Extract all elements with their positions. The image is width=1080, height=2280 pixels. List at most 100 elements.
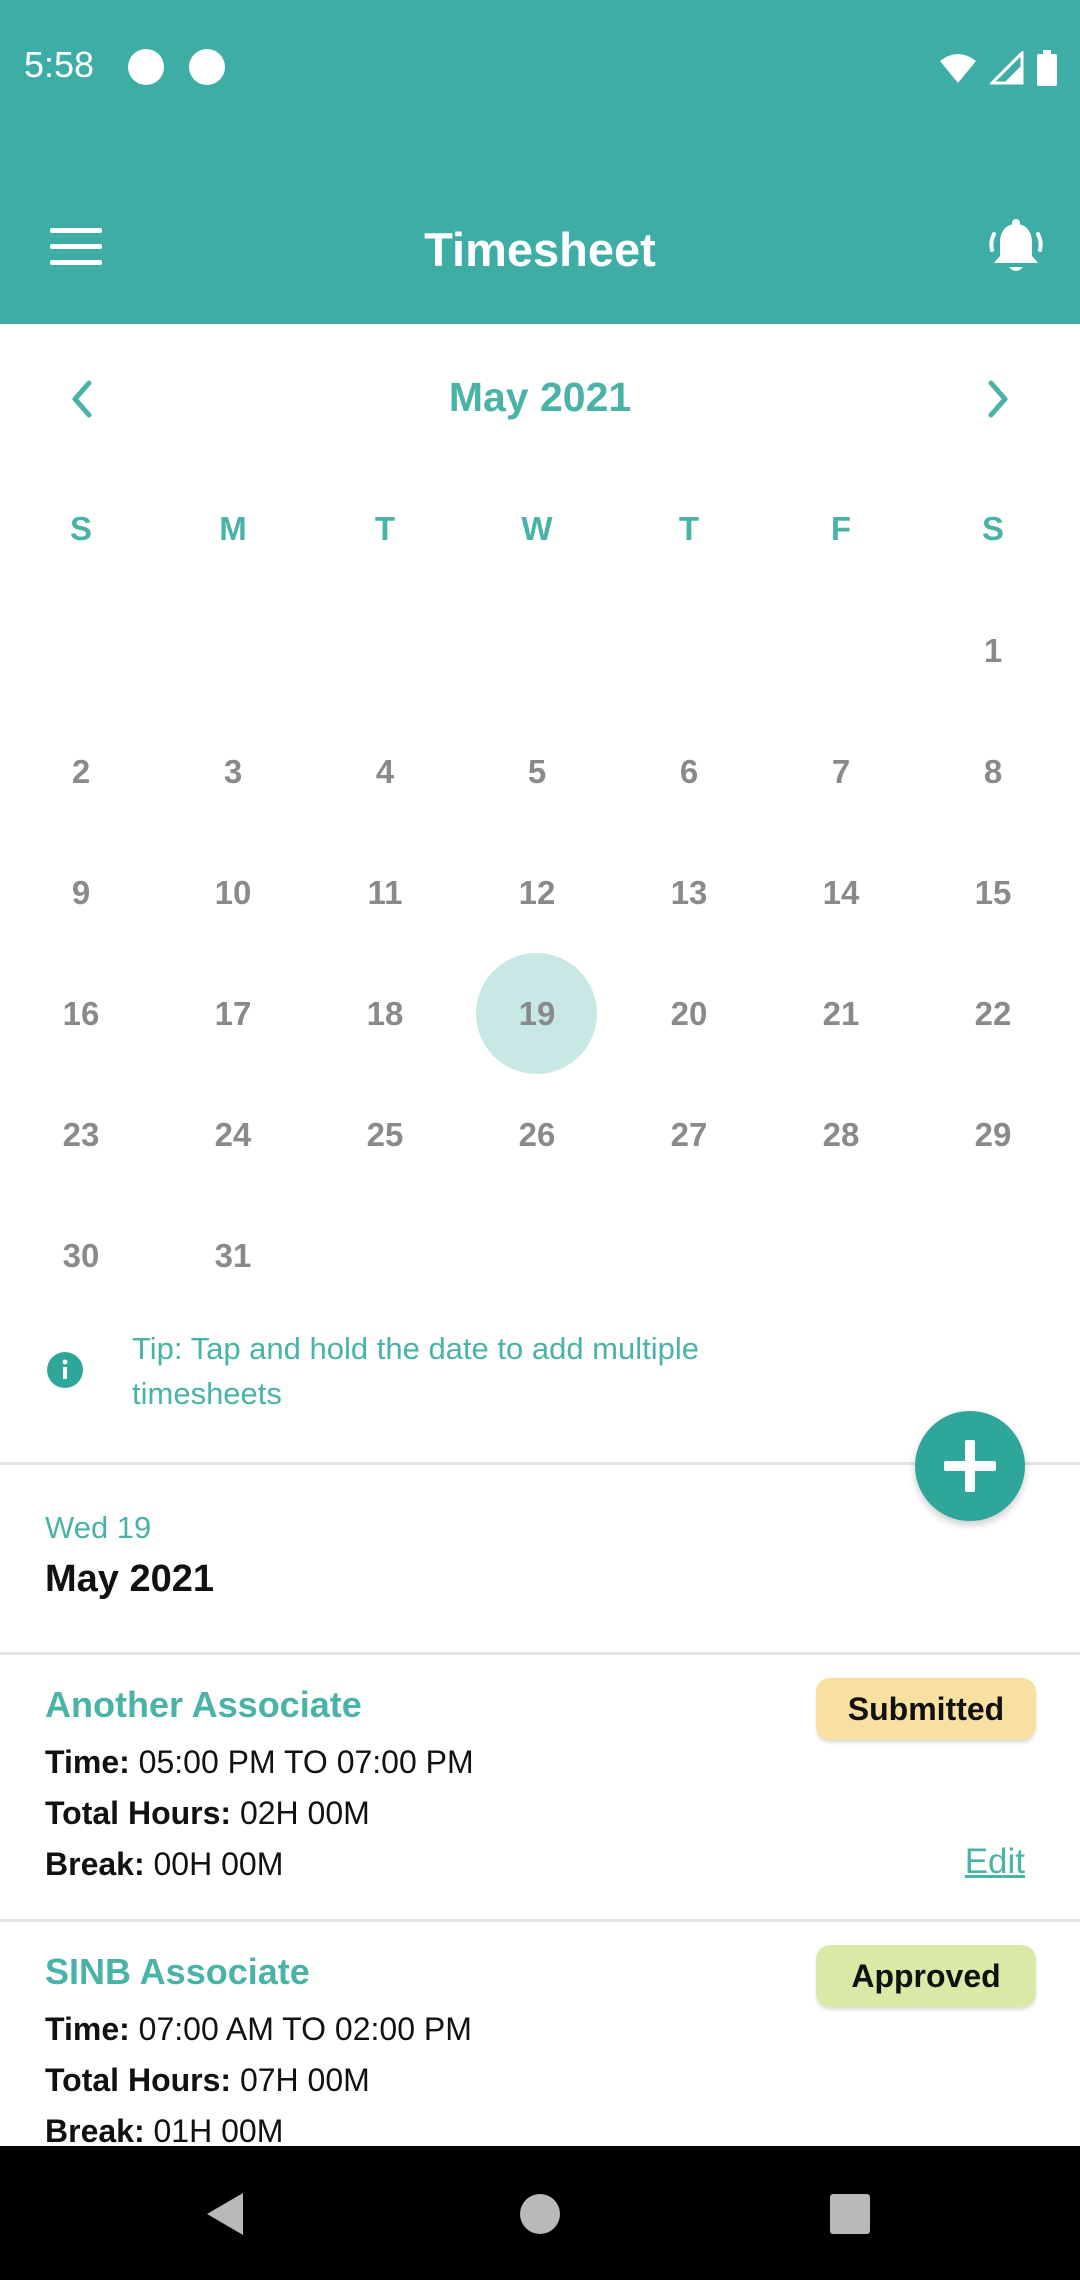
calendar-day[interactable]: 4	[309, 711, 461, 832]
weekday-label: S	[69, 510, 92, 547]
calendar-day[interactable]: 9	[5, 832, 157, 953]
calendar-day[interactable]: 5	[461, 711, 613, 832]
calendar-day[interactable]: 21	[765, 953, 917, 1074]
calendar-day-number: 16	[62, 994, 100, 1032]
calendar-day[interactable]: 6	[613, 711, 765, 832]
back-triangle-icon[interactable]	[185, 2176, 265, 2252]
calendar-day[interactable]: 12	[461, 832, 613, 953]
weekday-label: W	[521, 510, 553, 547]
calendar-day[interactable]: 18	[309, 953, 461, 1074]
calendar-day-number: 9	[71, 873, 91, 911]
calendar-day[interactable]: 1	[917, 590, 1069, 711]
weekday-label: T	[374, 510, 396, 547]
calendar-day[interactable]: 28	[765, 1074, 917, 1195]
calendar-day[interactable]: 25	[309, 1074, 461, 1195]
calendar-day-number: 17	[214, 994, 252, 1032]
app-bar: Timesheet	[0, 136, 1080, 324]
weekday-header-row: S M T W T F S	[0, 510, 1080, 560]
weekday-label: T	[678, 510, 700, 547]
home-circle-icon[interactable]	[500, 2176, 580, 2252]
chevron-right-icon[interactable]	[968, 364, 1028, 434]
calendar-day-number: 3	[223, 752, 243, 790]
tip-text: Tip: Tap and hold the date to add multip…	[132, 1331, 700, 1411]
calendar-day-number: 18	[366, 994, 404, 1032]
status-badge: Approved	[816, 1945, 1036, 2007]
calendar-day-number: 12	[518, 873, 556, 911]
calendar-day-number: 24	[214, 1115, 252, 1153]
calendar-day[interactable]: 2	[5, 711, 157, 832]
calendar-day[interactable]: 22	[917, 953, 1069, 1074]
notification-dot-icon	[128, 49, 164, 85]
system-status-icons	[938, 48, 1058, 88]
calendar-day-number: 22	[974, 994, 1012, 1032]
calendar-day[interactable]: 20	[613, 953, 765, 1074]
calendar-day[interactable]: 17	[157, 953, 309, 1074]
entry-break: Break: 00H 00M	[45, 1846, 284, 1882]
timesheet-entry[interactable]: SINB Associate Approved Time: 07:00 AM T…	[0, 1925, 1080, 2146]
calendar-day-number: 10	[214, 873, 252, 911]
plus-icon	[944, 1440, 996, 1492]
entry-break: Break: 01H 00M	[45, 2113, 284, 2146]
calendar-day[interactable]: 13	[613, 832, 765, 953]
calendar-day-number: 4	[375, 752, 395, 790]
battery-icon	[1037, 50, 1057, 86]
status-time: 5:58	[24, 44, 95, 85]
recents-square-icon[interactable]	[810, 2176, 890, 2252]
selected-date-heading: Wed 19 May 2021	[45, 1510, 214, 1601]
calendar-day-number: 8	[983, 752, 1003, 790]
divider	[0, 1919, 1080, 1922]
associate-name: SINB Associate	[45, 1951, 310, 1992]
calendar-day-number: 31	[214, 1236, 252, 1274]
calendar-day-selected[interactable]: 19	[461, 953, 613, 1074]
entry-time: Time: 05:00 PM TO 07:00 PM	[45, 1744, 474, 1780]
notification-bell-icon[interactable]	[986, 218, 1046, 278]
associate-name: Another Associate	[45, 1684, 362, 1725]
calendar-day-number: 29	[974, 1115, 1012, 1153]
calendar-day[interactable]: 3	[157, 711, 309, 832]
signal-icon	[990, 51, 1024, 85]
calendar-day-number: 7	[831, 752, 851, 790]
calendar-day-number: 28	[822, 1115, 860, 1153]
calendar-day[interactable]: 8	[917, 711, 1069, 832]
calendar-day-number: 6	[679, 752, 699, 790]
calendar-day[interactable]: 14	[765, 832, 917, 953]
entry-time: Time: 07:00 AM TO 02:00 PM	[45, 2011, 472, 2047]
calendar-day-number: 26	[518, 1115, 556, 1153]
weekday-label: F	[830, 510, 852, 547]
calendar-day[interactable]: 10	[157, 832, 309, 953]
calendar-day[interactable]: 7	[765, 711, 917, 832]
info-icon	[47, 1352, 83, 1388]
calendar-day[interactable]: 26	[461, 1074, 613, 1195]
system-nav-bar	[0, 2146, 1080, 2280]
wifi-icon	[940, 54, 976, 83]
notification-dot-icon	[189, 49, 225, 85]
calendar-day-number: 13	[670, 873, 708, 911]
calendar-day-number: 25	[366, 1115, 404, 1153]
calendar-day[interactable]: 16	[5, 953, 157, 1074]
calendar-day-number: 23	[62, 1115, 100, 1153]
add-timesheet-button[interactable]	[915, 1411, 1025, 1521]
calendar-day[interactable]: 31	[157, 1195, 309, 1316]
calendar-day-number: 1	[983, 631, 1003, 669]
timesheet-entry[interactable]: Another Associate Submitted Time: 05:00 …	[0, 1658, 1080, 1920]
entry-total-hours: Total Hours: 07H 00M	[45, 2062, 370, 2098]
calendar-day-number: 2	[71, 752, 91, 790]
calendar-day[interactable]: 27	[613, 1074, 765, 1195]
edit-link[interactable]: Edit	[965, 1842, 1025, 1882]
calendar-day-number: 20	[670, 994, 708, 1032]
calendar-day[interactable]: 23	[5, 1074, 157, 1195]
page-title: Timesheet	[424, 223, 656, 276]
tip-banner: Tip: Tap and hold the date to add multip…	[0, 1320, 1080, 1420]
calendar-day[interactable]: 11	[309, 832, 461, 953]
calendar-day[interactable]: 15	[917, 832, 1069, 953]
status-bar: 5:58	[0, 0, 1080, 136]
calendar-day[interactable]: 24	[157, 1074, 309, 1195]
calendar-day-number: 5	[527, 752, 547, 790]
status-badge: Submitted	[816, 1678, 1036, 1740]
calendar-day-number: 30	[62, 1236, 100, 1274]
calendar-header: May 2021	[0, 324, 1080, 464]
calendar-day[interactable]: 30	[5, 1195, 157, 1316]
weekday-label: M	[219, 510, 247, 547]
entry-total-hours: Total Hours: 02H 00M	[45, 1795, 370, 1831]
calendar-day[interactable]: 29	[917, 1074, 1069, 1195]
